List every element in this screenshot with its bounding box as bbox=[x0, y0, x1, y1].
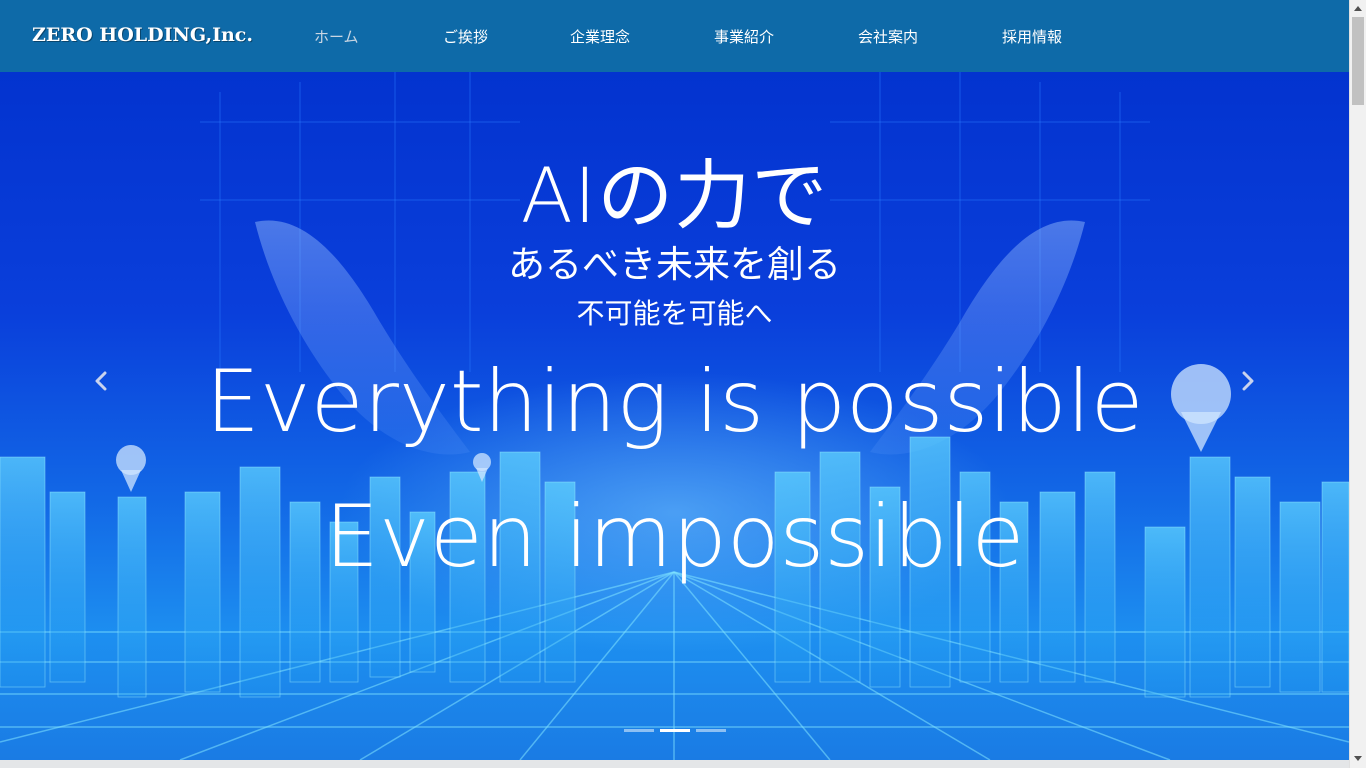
carousel-indicator-3[interactable] bbox=[696, 729, 726, 732]
hero-tagline: 不可能を可能へ bbox=[576, 297, 773, 330]
carousel-prev-button[interactable] bbox=[86, 366, 116, 396]
carousel-indicator-2[interactable] bbox=[660, 729, 690, 732]
scroll-down-arrow-icon[interactable] bbox=[1354, 756, 1362, 761]
nav-item-business[interactable]: 事業紹介 bbox=[714, 26, 774, 47]
scrollbar-thumb[interactable] bbox=[1352, 17, 1364, 105]
hero-headline: AIの力で bbox=[520, 151, 829, 240]
hero-english-line-2: Even impossible bbox=[324, 487, 1025, 587]
hero-subline: あるべき未来を創る bbox=[508, 243, 841, 286]
navbar: ZERO HOLDING,Inc. ホーム ご挨拶 企業理念 事業紹介 会社案内… bbox=[0, 0, 1349, 72]
nav-item-recruit[interactable]: 採用情報 bbox=[1002, 26, 1062, 47]
carousel-next-button[interactable] bbox=[1233, 366, 1263, 396]
hero-carousel: AIの力で あるべき未来を創る 不可能を可能へ Everything is po… bbox=[0, 72, 1349, 760]
next-section-edge bbox=[0, 760, 1349, 768]
page: ZERO HOLDING,Inc. ホーム ご挨拶 企業理念 事業紹介 会社案内… bbox=[0, 0, 1366, 768]
vertical-scrollbar[interactable] bbox=[1349, 0, 1366, 768]
chevron-right-icon bbox=[1242, 371, 1254, 391]
nav-item-company[interactable]: 会社案内 bbox=[858, 26, 918, 47]
brand-logo[interactable]: ZERO HOLDING,Inc. bbox=[32, 24, 253, 46]
nav-item-home[interactable]: ホーム bbox=[314, 26, 359, 47]
carousel-indicator-1[interactable] bbox=[624, 729, 654, 732]
hero-english-line-1: Everything is possible bbox=[205, 352, 1144, 452]
nav-item-philosophy[interactable]: 企業理念 bbox=[570, 26, 630, 47]
scroll-up-arrow-icon[interactable] bbox=[1354, 6, 1362, 11]
nav-item-greeting[interactable]: ご挨拶 bbox=[443, 26, 488, 47]
chevron-left-icon bbox=[95, 371, 107, 391]
